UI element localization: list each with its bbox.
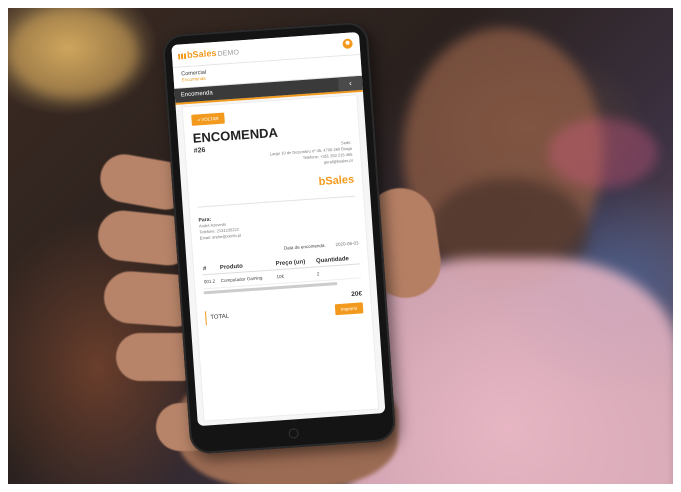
divider bbox=[197, 195, 356, 208]
menu-item-comercial[interactable]: Comercial Encomenda bbox=[181, 70, 207, 84]
back-button[interactable]: « VOLTAR bbox=[191, 112, 225, 126]
table-cell: 001.2 bbox=[202, 273, 221, 289]
bars-logo-icon bbox=[177, 51, 187, 60]
smartphone: bSalesDEMO Comercial Encomenda Encomenda… bbox=[161, 21, 397, 455]
table-cell: 10€ bbox=[275, 267, 317, 284]
order-date-row: Data de encomenda: 2020-06-03 bbox=[201, 240, 359, 256]
user-icon[interactable] bbox=[342, 38, 353, 50]
phone-screen: bSalesDEMO Comercial Encomenda Encomenda… bbox=[171, 31, 386, 427]
order-date-value: 2020-06-03 bbox=[335, 240, 359, 248]
print-button[interactable]: Imprimir bbox=[334, 302, 364, 316]
total-label: TOTAL bbox=[210, 313, 230, 321]
lamp-light bbox=[8, 8, 138, 98]
order-document: « VOLTAR ENCOMENDA #26 Sede: Largo 10 de… bbox=[181, 94, 380, 422]
logo-suffix: DEMO bbox=[217, 49, 240, 58]
background-photo: bSalesDEMO Comercial Encomenda Encomenda… bbox=[8, 8, 673, 484]
menu-item-subtitle: Encomenda bbox=[181, 75, 206, 83]
brand-logo-text: bSales bbox=[318, 173, 355, 189]
app-logo[interactable]: bSalesDEMO bbox=[177, 46, 240, 60]
home-button[interactable] bbox=[288, 428, 300, 439]
brand-logo: bSales bbox=[196, 174, 354, 197]
breadcrumb-label: Encomenda bbox=[180, 90, 213, 99]
table-cell: 2 bbox=[315, 263, 361, 281]
order-date-label: Data de encomenda: bbox=[283, 242, 326, 251]
table-cell: Computador Gaming bbox=[219, 269, 277, 288]
chevron-left-icon[interactable]: ‹ bbox=[337, 75, 363, 92]
company-info: Sede: Largo 10 de Dezembro nº 45, 4700-2… bbox=[194, 140, 353, 175]
logo-text: bSales bbox=[186, 47, 217, 60]
neon-light bbox=[548, 118, 658, 188]
